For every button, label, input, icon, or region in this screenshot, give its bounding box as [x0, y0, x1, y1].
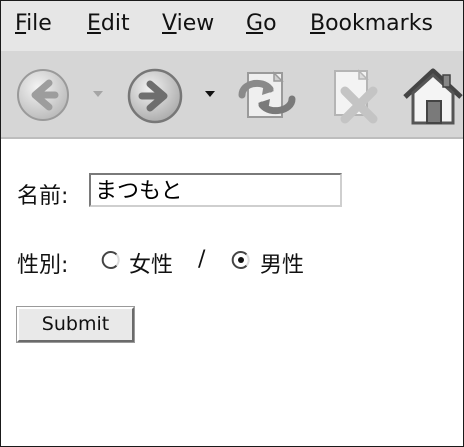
forward-dropdown-arrow-icon[interactable]: [204, 89, 216, 99]
menu-view[interactable]: View: [162, 11, 214, 36]
page-content: 名前: まつもと 性別: 女性 / 男性 Submit: [1, 139, 463, 446]
menu-bookmarks-label: ookmarks: [325, 11, 433, 36]
menu-file-label: ile: [26, 11, 52, 36]
name-label: 名前:: [17, 184, 69, 209]
browser-window: File Edit View Go Bookmarks 名前: まつもと 性別:…: [0, 0, 464, 447]
radio-male-selected-dot: [238, 257, 244, 263]
radio-female[interactable]: [101, 250, 121, 270]
radio-female-label: 女性: [129, 253, 174, 278]
name-input[interactable]: まつもと: [89, 173, 342, 207]
menu-view-label: iew: [176, 11, 215, 36]
forward-icon[interactable]: [126, 67, 184, 125]
stop-icon[interactable]: [323, 65, 383, 127]
menu-file-accel: F: [15, 11, 27, 36]
gender-label: 性別:: [17, 253, 69, 278]
menu-view-accel: V: [162, 11, 177, 36]
radio-male[interactable]: [231, 250, 251, 270]
menu-bookmarks[interactable]: Bookmarks: [310, 11, 433, 36]
menu-bookmarks-accel: B: [310, 11, 326, 36]
menu-go[interactable]: Go: [246, 11, 277, 36]
menu-go-label: o: [263, 11, 277, 36]
menu-file[interactable]: File: [15, 11, 52, 36]
menu-edit-label: dit: [100, 11, 130, 36]
submit-button[interactable]: Submit: [17, 307, 134, 342]
back-dropdown-arrow-icon[interactable]: [92, 89, 104, 99]
menu-edit-accel: E: [87, 11, 101, 36]
separator-text: /: [198, 247, 206, 272]
reload-icon[interactable]: [234, 65, 298, 127]
navigation-toolbar: [1, 51, 463, 139]
home-icon[interactable]: [401, 63, 463, 129]
menu-edit[interactable]: Edit: [87, 11, 130, 36]
menu-go-accel: G: [246, 11, 264, 36]
back-icon[interactable]: [15, 67, 71, 123]
menu-bar: File Edit View Go Bookmarks: [1, 1, 463, 51]
radio-male-label: 男性: [260, 253, 305, 278]
